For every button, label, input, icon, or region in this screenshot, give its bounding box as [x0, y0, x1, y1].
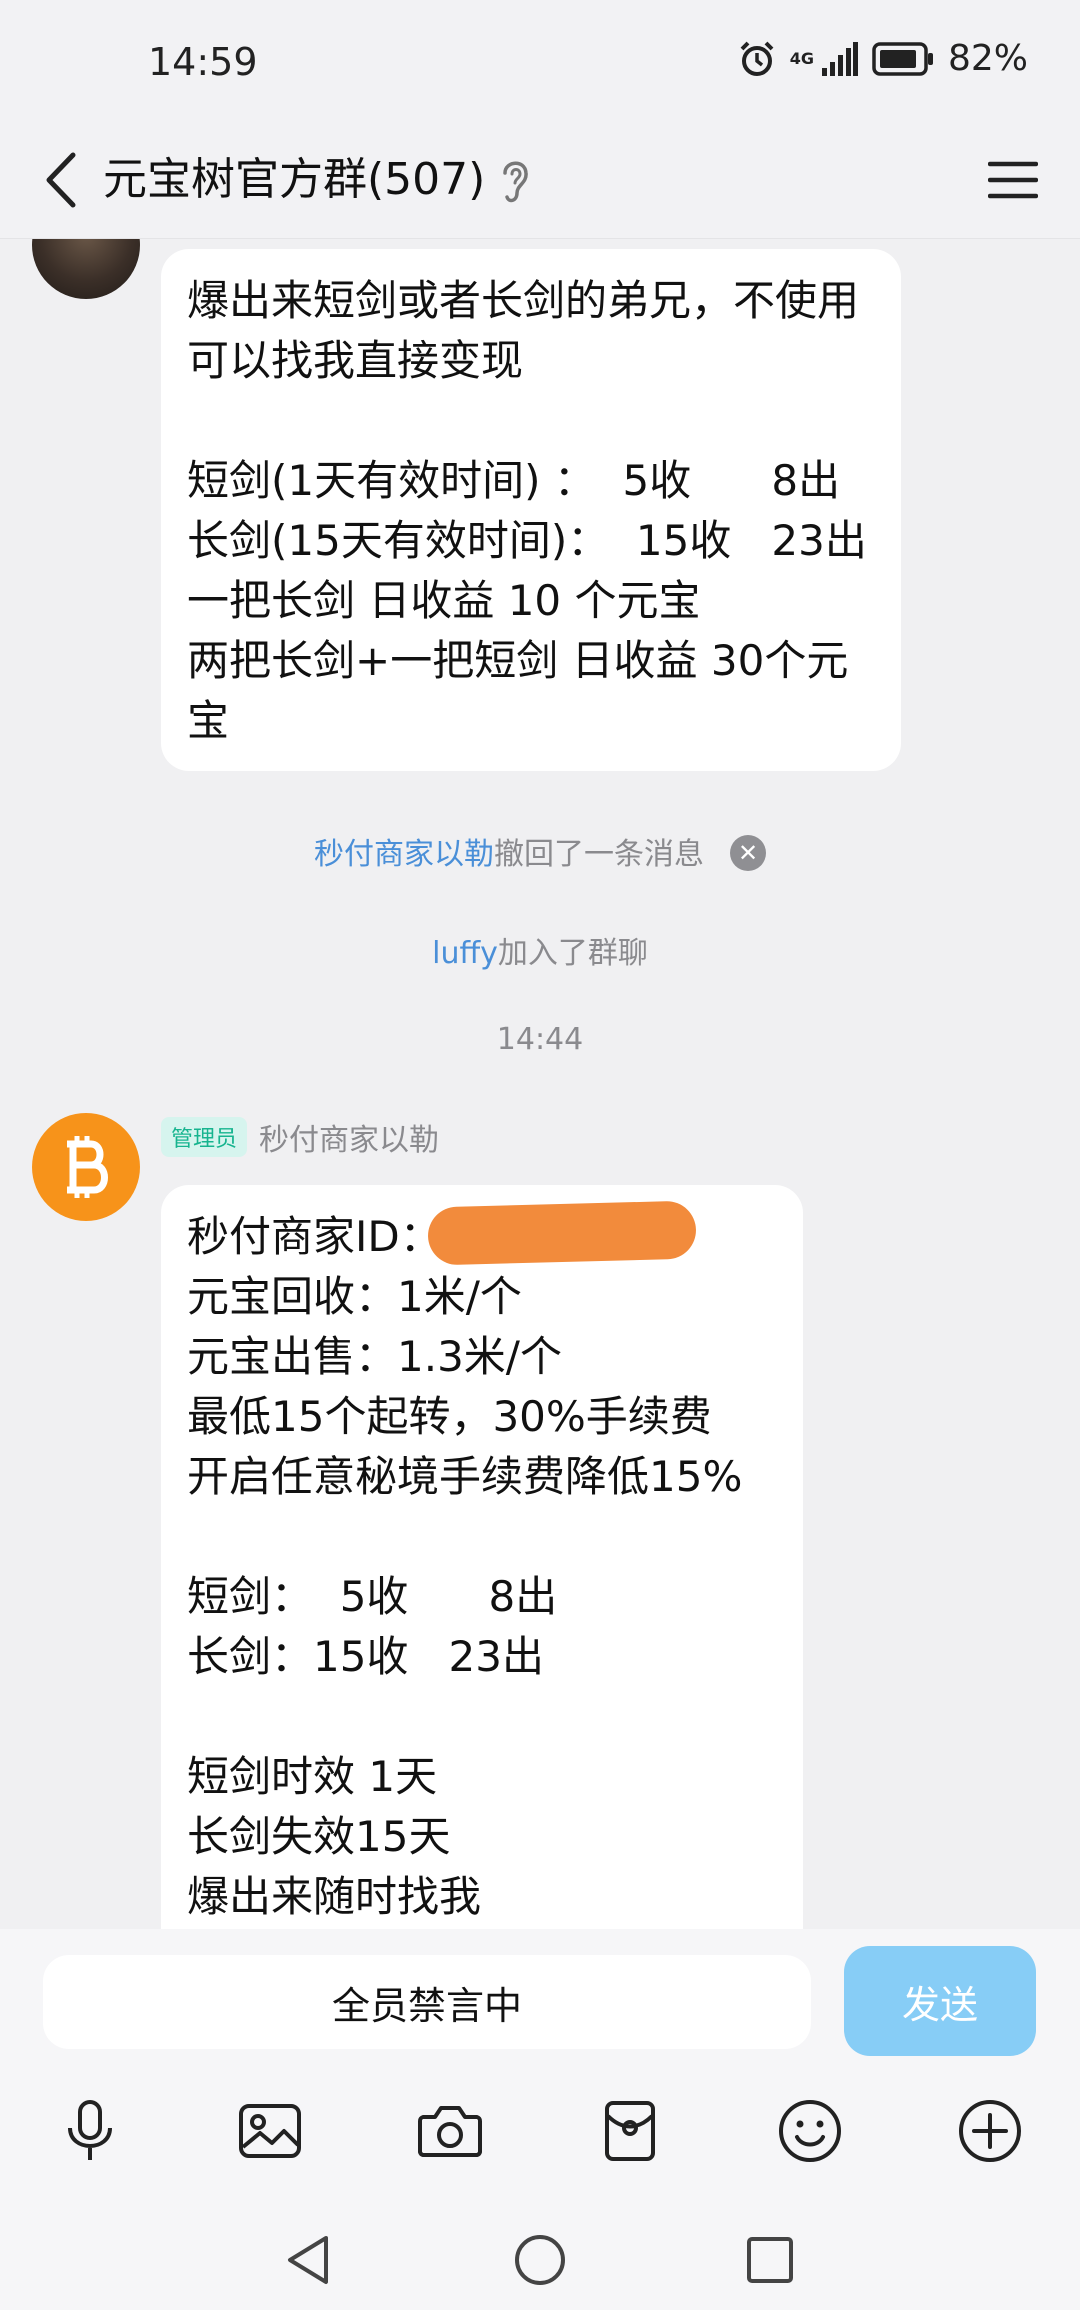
image-icon: [239, 2104, 301, 2158]
nav-recents-button[interactable]: [720, 2210, 820, 2310]
redaction-mark: [427, 1200, 697, 1266]
ear-icon[interactable]: [495, 153, 535, 209]
status-icons: 4G 82%: [738, 38, 1028, 79]
chat-area[interactable]: 爆出来短剑或者长剑的弟兄，不使用可以找我直接变现 短剑(1天有效时间) ： 5收…: [0, 239, 1080, 1929]
voice-button[interactable]: [40, 2081, 140, 2181]
message-bubble[interactable]: 秒付商家ID： Z 元宝回收：1米/个 元宝出售：1.3米/个 最低15个起转，…: [161, 1185, 803, 1929]
battery-icon: [872, 41, 933, 76]
menu-button[interactable]: [978, 145, 1048, 215]
join-text: 加入了群聊: [497, 936, 648, 971]
message-bubble[interactable]: 爆出来短剑或者长剑的弟兄，不使用可以找我直接变现 短剑(1天有效时间) ： 5收…: [161, 249, 901, 771]
signal-icon: [821, 41, 858, 76]
status-time: 14:59: [148, 40, 258, 84]
join-user-link[interactable]: luffy: [432, 936, 498, 971]
status-bar: 14:59 4G 82%: [0, 0, 1080, 125]
microphone-icon: [68, 2100, 112, 2160]
camera-button[interactable]: [400, 2081, 500, 2181]
bitcoin-icon: [67, 1136, 108, 1198]
close-icon[interactable]: ✕: [730, 834, 766, 871]
group-title[interactable]: 元宝树官方群(507): [103, 145, 485, 215]
timestamp-separator: 14:44: [496, 1022, 584, 1057]
network-type: 4G: [789, 48, 814, 68]
camera-icon: [418, 2106, 482, 2157]
avatar-bitcoin[interactable]: [32, 1113, 140, 1221]
emoji-button[interactable]: [760, 2081, 860, 2181]
plus-icon: [959, 2100, 1021, 2162]
hamburger-menu-icon: [988, 161, 1038, 199]
recents-square-icon: [747, 2237, 793, 2283]
back-triangle-icon: [288, 2236, 328, 2284]
send-button[interactable]: 发送: [844, 1946, 1036, 2056]
input-toolbar: [0, 2081, 1080, 2181]
recall-sender-link[interactable]: 秒付商家以勒: [314, 837, 494, 872]
title-bar: 元宝树官方群(507): [0, 125, 1080, 239]
sender-name[interactable]: 秒付商家以勒: [259, 1115, 439, 1159]
input-area: 全员禁言中 发送: [0, 1929, 1080, 2310]
more-button[interactable]: [940, 2081, 1040, 2181]
chevron-left-icon: [46, 152, 76, 208]
admin-badge: 管理员: [161, 1117, 248, 1157]
red-packet-button[interactable]: [580, 2081, 680, 2181]
recall-text: 撤回了一条消息: [494, 837, 704, 872]
message-input-muted[interactable]: 全员禁言中: [43, 1955, 811, 2049]
recall-notice: 秒付商家以勒撤回了一条消息 ✕: [0, 829, 1080, 874]
battery-percent: 82%: [947, 38, 1028, 79]
join-notice: luffy加入了群聊: [0, 928, 1080, 972]
alarm-icon: [740, 41, 774, 76]
back-button[interactable]: [30, 140, 90, 220]
avatar[interactable]: [32, 239, 140, 299]
system-nav-bar: [0, 2210, 1080, 2310]
red-packet-icon: [605, 2101, 655, 2161]
nav-back-button[interactable]: [258, 2210, 358, 2310]
emoji-icon: [779, 2100, 841, 2162]
image-button[interactable]: [220, 2081, 320, 2181]
home-circle-icon: [515, 2235, 565, 2285]
nav-home-button[interactable]: [490, 2210, 590, 2310]
sender-row: 管理员 秒付商家以勒: [161, 1115, 439, 1159]
